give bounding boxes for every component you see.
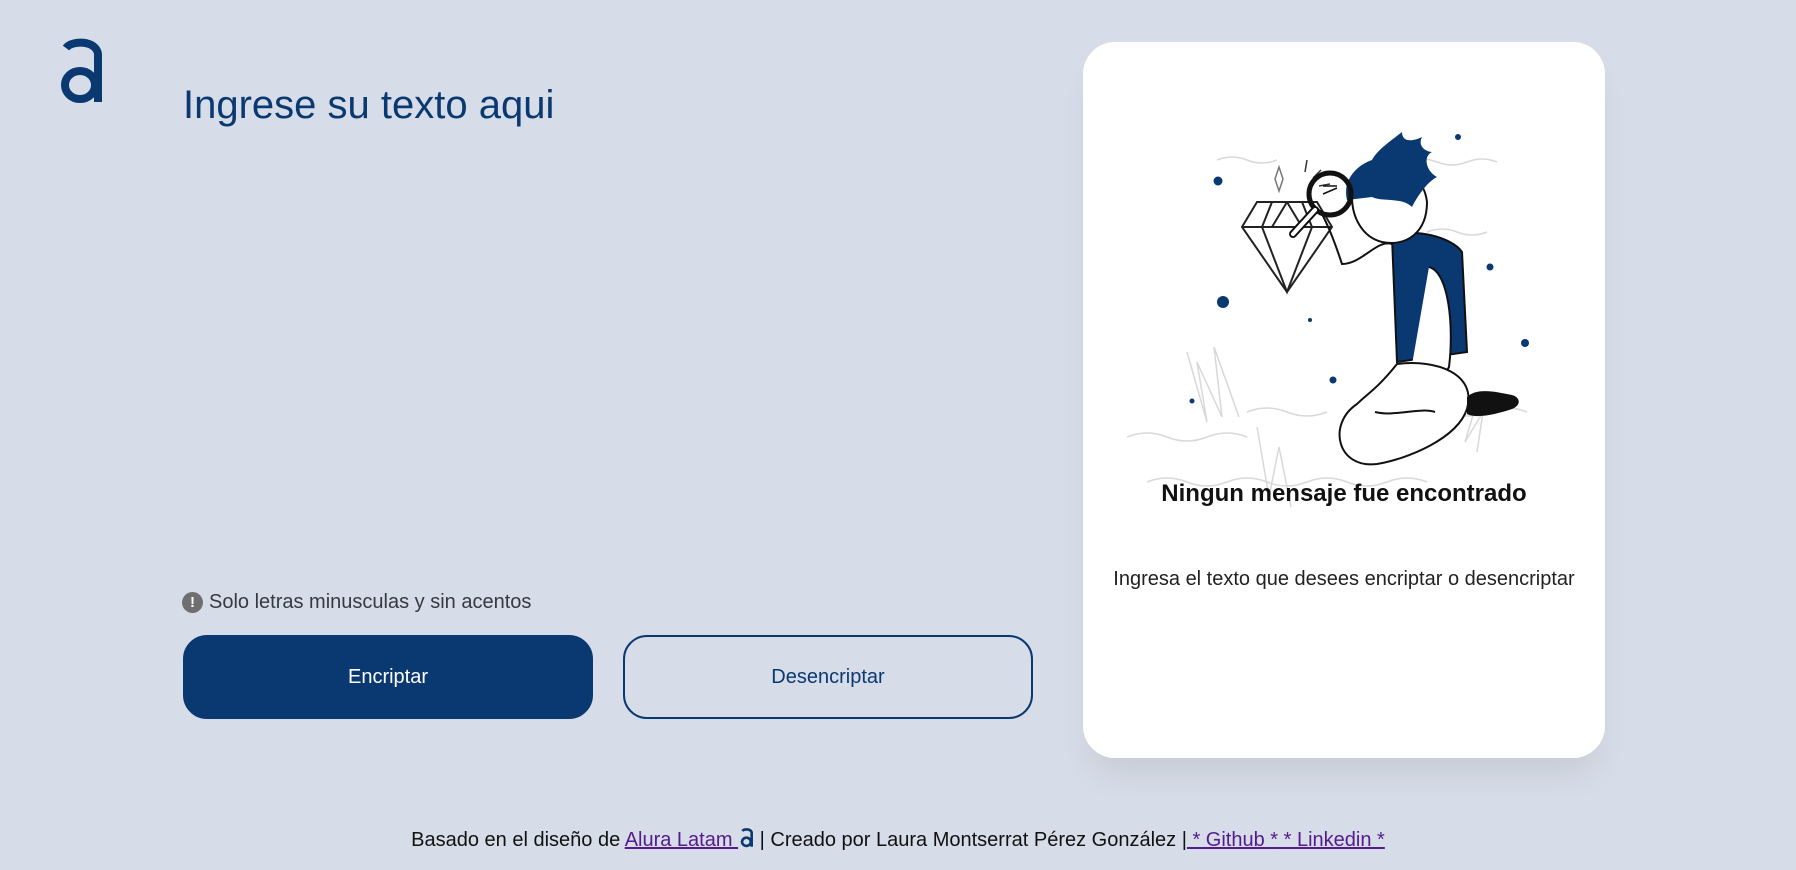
alura-logo-icon <box>58 38 106 106</box>
alura-mini-logo-icon <box>740 828 754 848</box>
footer-credit: | Creado por Laura Montserrat Pérez Gonz… <box>754 829 1187 851</box>
linkedin-link[interactable]: * Linkedin * <box>1278 829 1385 851</box>
alura-latam-link[interactable]: Alura Latam <box>624 828 754 851</box>
hint-text: Solo letras minusculas y sin acentos <box>209 590 532 613</box>
footer: Basado en el diseño de Alura Latam | Cre… <box>0 828 1796 852</box>
decrypt-button[interactable]: Desencriptar <box>623 635 1033 719</box>
encrypt-button[interactable]: Encriptar <box>183 635 593 719</box>
alura-link-label: Alura Latam <box>624 829 739 851</box>
footer-prefix: Basado en el diseño de <box>411 829 625 851</box>
github-link[interactable]: * Github * <box>1187 829 1278 851</box>
input-hint: ! Solo letras minusculas y sin acentos <box>182 589 531 615</box>
text-input[interactable] <box>183 80 1023 550</box>
no-message-text: Ingresa el texto que desees encriptar o … <box>1113 568 1575 590</box>
person-with-magnifying-glass-illustration <box>1127 132 1529 508</box>
no-message-title: Ningun mensaje fue encontrado <box>1161 480 1527 507</box>
exclamation-circle-icon: ! <box>182 591 203 613</box>
output-card: Ningun mensaje fue encontrado Ingresa el… <box>1083 42 1605 758</box>
